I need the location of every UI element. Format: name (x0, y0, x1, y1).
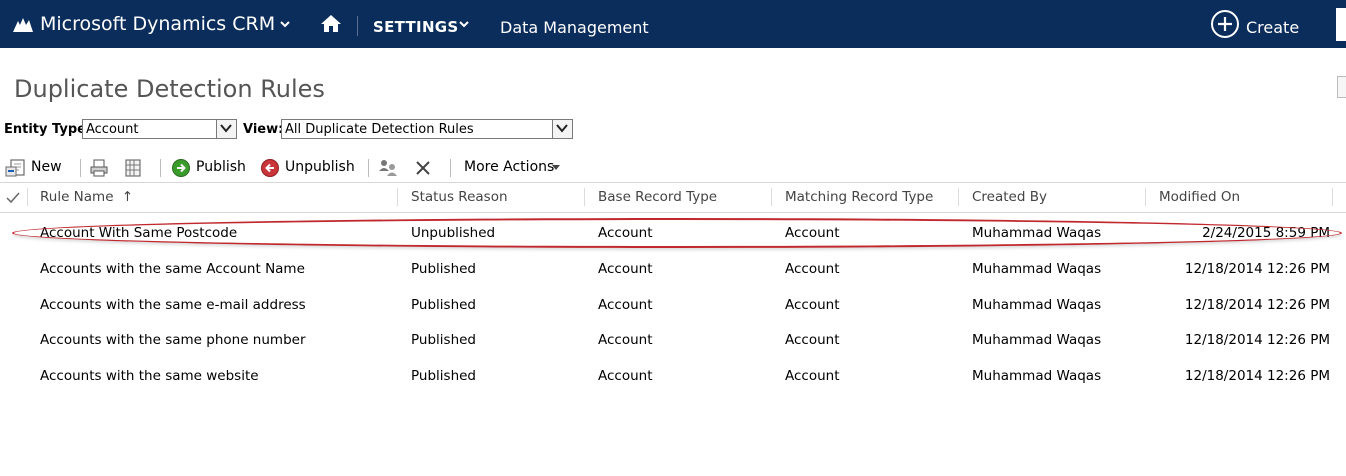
cell-status-reason: Published (411, 332, 476, 348)
print-icon[interactable] (89, 158, 109, 178)
cell-base-record-type: Account (598, 368, 653, 384)
nav-area-settings[interactable]: SETTINGS (373, 18, 459, 36)
cell-status-reason: Published (411, 297, 476, 313)
chevron-down-icon[interactable] (280, 21, 290, 28)
publish-button[interactable]: Publish (196, 159, 246, 175)
cell-modified-on: 12/18/2014 12:26 PM (1184, 297, 1330, 313)
view-value: All Duplicate Detection Rules (285, 122, 474, 137)
cell-created-by[interactable]: Muhammad Waqas (972, 332, 1101, 348)
export-icon[interactable] (124, 158, 142, 178)
cell-modified-on: 12/18/2014 12:26 PM (1184, 368, 1330, 384)
toolbar-divider (80, 159, 81, 177)
publish-icon[interactable] (171, 158, 191, 178)
cell-status-reason: Published (411, 368, 476, 384)
cell-rule-name[interactable]: Accounts with the same phone number (40, 332, 306, 348)
dropdown-button[interactable] (216, 120, 236, 138)
column-divider (27, 188, 28, 206)
cell-rule-name[interactable]: Accounts with the same website (40, 368, 259, 384)
cell-rule-name[interactable]: Accounts with the same e-mail address (40, 297, 306, 313)
toolbar-divider (160, 159, 161, 177)
highlight-annotation (12, 218, 1342, 248)
toolbar-divider (368, 159, 369, 177)
column-header-status-reason[interactable]: Status Reason (411, 189, 508, 205)
home-icon[interactable] (320, 14, 342, 33)
cell-matching-record-type: Account (785, 332, 840, 348)
view-select[interactable]: All Duplicate Detection Rules (281, 119, 573, 139)
cell-status-reason: Published (411, 261, 476, 277)
dropdown-button[interactable] (552, 120, 572, 138)
column-header-rule-name[interactable]: Rule Name ↑ (40, 189, 133, 205)
nav-subarea-data-management[interactable]: Data Management (500, 18, 649, 37)
column-divider (1145, 188, 1146, 206)
unpublish-button[interactable]: Unpublish (285, 159, 355, 175)
entity-type-select[interactable]: Account (82, 119, 237, 139)
cell-created-by[interactable]: Muhammad Waqas (972, 368, 1101, 384)
chevron-down-icon (220, 124, 232, 133)
column-divider (771, 188, 772, 206)
cell-matching-record-type: Account (785, 368, 840, 384)
sort-ascending-icon: ↑ (121, 189, 134, 205)
cell-rule-name[interactable]: Accounts with the same Account Name (40, 261, 305, 277)
column-header-created-by[interactable]: Created By (972, 189, 1047, 205)
cell-base-record-type: Account (598, 297, 653, 313)
column-divider (958, 188, 959, 206)
create-button[interactable]: Create (1246, 18, 1299, 37)
cell-base-record-type: Account (598, 261, 653, 277)
view-label: View: (243, 122, 284, 137)
entity-type-value: Account (86, 122, 139, 137)
nav-divider (357, 16, 358, 36)
dynamics-logo-icon (13, 18, 33, 32)
delete-icon[interactable] (414, 158, 432, 178)
column-divider (1332, 188, 1333, 206)
help-button[interactable] (1337, 76, 1346, 98)
new-button[interactable]: New (31, 159, 62, 175)
cell-created-by[interactable]: Muhammad Waqas (972, 261, 1101, 277)
chevron-down-icon (556, 124, 568, 133)
column-header-modified-on[interactable]: Modified On (1159, 189, 1240, 205)
cell-matching-record-type: Account (785, 261, 840, 277)
select-all-checkmark-icon[interactable] (6, 192, 20, 204)
cell-modified-on: 12/18/2014 12:26 PM (1184, 261, 1330, 277)
assign-icon[interactable] (377, 158, 399, 178)
cell-created-by[interactable]: Muhammad Waqas (972, 297, 1101, 313)
entity-type-label: Entity Type: (4, 122, 92, 137)
top-nav-bar: Microsoft Dynamics CRM SETTINGS Data Man… (0, 0, 1346, 48)
chevron-down-icon[interactable] (459, 21, 469, 28)
column-header-base-record-type[interactable]: Base Record Type (598, 189, 717, 205)
cell-modified-on: 12/18/2014 12:26 PM (1184, 332, 1330, 348)
caret-down-icon[interactable] (552, 165, 560, 171)
column-divider (397, 188, 398, 206)
unpublish-icon[interactable] (260, 158, 280, 178)
page-title: Duplicate Detection Rules (14, 75, 325, 103)
column-header-matching-record-type[interactable]: Matching Record Type (785, 189, 933, 205)
grid-top-border (0, 182, 1346, 183)
column-header-label: Rule Name (40, 189, 114, 205)
search-box[interactable] (1336, 8, 1346, 41)
toolbar-divider (450, 159, 451, 177)
app-name[interactable]: Microsoft Dynamics CRM (40, 13, 275, 35)
more-actions-button[interactable]: More Actions (464, 159, 554, 175)
grid-header-border (0, 212, 1346, 213)
cell-matching-record-type: Account (785, 297, 840, 313)
cell-base-record-type: Account (598, 332, 653, 348)
new-icon[interactable] (5, 158, 27, 178)
plus-circle-icon[interactable] (1210, 9, 1240, 39)
column-divider (584, 188, 585, 206)
